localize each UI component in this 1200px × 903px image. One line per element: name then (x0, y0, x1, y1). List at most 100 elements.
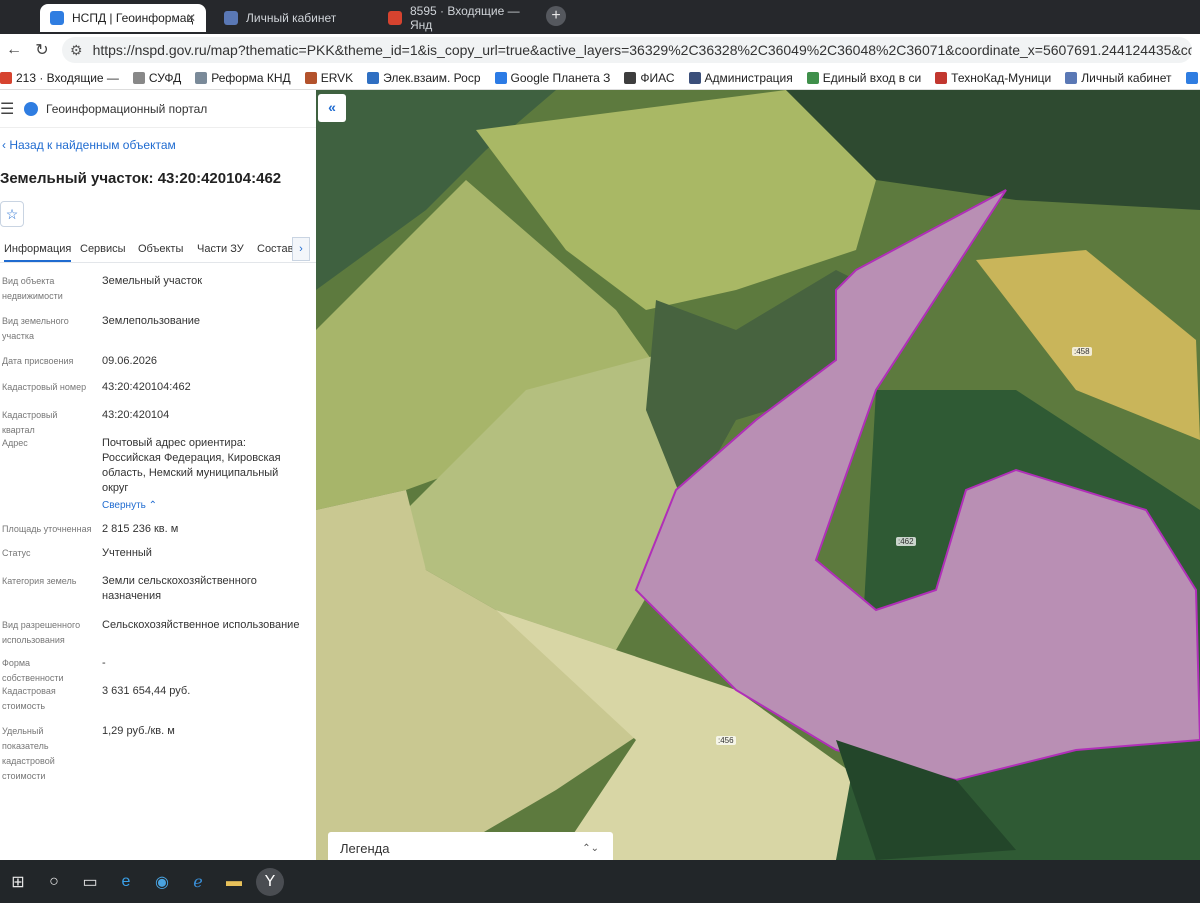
bookmark-item[interactable]: ТехноКад-Муници (935, 71, 1051, 85)
tab-mail[interactable]: 8595 · Входящие — Янд (378, 4, 538, 32)
field-label: Кадастровый номер (2, 382, 87, 392)
reload-icon[interactable]: ↻ (28, 40, 56, 60)
windows-icon[interactable]: ⊞ (0, 864, 36, 900)
search-icon[interactable]: ○ (36, 864, 72, 900)
field-value: 2 815 236 кв. м (102, 523, 179, 535)
parcel-label-462[interactable]: :462 (896, 537, 916, 546)
bookmark-favicon-icon (195, 71, 208, 84)
ie-icon[interactable]: ℯ (180, 864, 216, 900)
bookmark-item[interactable]: Администрация (688, 70, 793, 85)
bookmarks-bar: 213 · Входящие — СУФД Реформа КНД ERVK Элек.… (0, 66, 1200, 90)
bookmark-label: Администрация (704, 70, 793, 85)
tabs-next-button[interactable]: › (292, 237, 310, 261)
url-input[interactable]: ⚙ https://nspd.gov.ru/map?thematic=PKK&t… (62, 37, 1192, 63)
field-label: Кадастровый квартал (2, 410, 58, 435)
field-value: Земли сельскохозяйственного назначения (102, 575, 257, 602)
bookmark-label: ТехноКад-Муници (951, 70, 1052, 85)
field-value: Землепользование (102, 315, 201, 327)
field-label: Кадастровая стоимость (2, 686, 56, 711)
tab-parts[interactable]: Части ЗУ (197, 243, 244, 255)
bookmark-favicon-icon (935, 71, 948, 84)
object-tabs: Информация Сервисы Объекты Части ЗУ Сост… (0, 237, 316, 263)
close-icon[interactable]: ✕ (186, 11, 196, 25)
field-label: Форма собственности (2, 658, 64, 683)
tab-composition[interactable]: Состав (257, 243, 293, 255)
field-label: Удельный показатель кадастровой стоимост… (2, 726, 55, 781)
bookmark-label: 213 · Входящие — (16, 70, 119, 85)
field-value: - (102, 657, 106, 669)
field-value: 3 631 654,44 руб. (102, 685, 191, 697)
windows-taskbar: ⊞ ○ ▭ e ◉ ℯ ▬ Y (0, 860, 1200, 903)
tab-nspd[interactable]: НСПД | Геоинформац ✕ (40, 4, 206, 32)
new-tab-button[interactable]: + (546, 6, 566, 26)
tab-label: 8595 · Входящие — Янд (410, 4, 520, 32)
tab-cabinet[interactable]: Личный кабинет (214, 4, 374, 32)
bookmark-label: ERVK (320, 70, 354, 85)
bookmark-item[interactable]: ФИАС (624, 70, 675, 85)
nspd-favicon-icon (50, 11, 64, 25)
bookmark-label: ФИАС (640, 70, 675, 85)
legend-dropdown[interactable]: Легенда ⌃⌄ (328, 832, 613, 860)
site-info-icon[interactable]: ⚙ (70, 42, 83, 59)
field-value: Учтенный (102, 547, 152, 559)
bookmark-item[interactable]: 213 · Входящие — (0, 71, 119, 85)
field-label: Площадь уточненная (2, 524, 92, 534)
mail-favicon-icon (388, 11, 402, 25)
field-value: Сельскохозяйственное использование (102, 619, 300, 631)
cabinet-favicon-icon (224, 11, 238, 25)
bookmark-favicon-icon (806, 71, 819, 84)
task-view-icon[interactable]: ▭ (72, 864, 108, 900)
field-label: Дата присвоения (2, 356, 74, 366)
collapse-panel-button[interactable]: « (318, 94, 346, 122)
object-info-panel: ☰ Геоинформационный портал ‹ Назад к най… (0, 90, 316, 860)
back-arrow-icon[interactable]: ← (0, 41, 28, 59)
satellite-map (316, 90, 1200, 860)
browser-tab-bar: НСПД | Геоинформац ✕ Личный кабинет 8595… (0, 0, 1200, 34)
bookmark-favicon-icon (1185, 71, 1198, 84)
field-value: 1,29 руб./кв. м (102, 725, 175, 737)
legend-label: Легенда (340, 840, 390, 856)
field-value: Почтовый адрес ориентира: Российская Фед… (102, 437, 281, 494)
tab-information[interactable]: Информация (4, 243, 72, 262)
back-to-results-link[interactable]: ‹ Назад к найденным объектам (0, 138, 316, 152)
field-value: 09.06.2026 (102, 355, 158, 367)
bookmark-favicon-icon (624, 71, 637, 84)
field-value: 43:20:420104:462 (102, 381, 191, 393)
chrome-icon[interactable]: ◉ (144, 864, 180, 900)
bookmark-item[interactable]: Личный кабинет (1065, 71, 1172, 85)
parcel-label-456[interactable]: :456 (716, 736, 736, 745)
collapse-address-link[interactable]: Свернуть ⌃ (102, 498, 302, 513)
address-bar: ← ↻ ⚙ https://nspd.gov.ru/map?thematic=P… (0, 34, 1200, 66)
yandex-icon[interactable]: Y (256, 867, 284, 896)
field-label: Статус (2, 548, 31, 558)
bookmark-item[interactable]: СУФД (132, 70, 182, 85)
bookmark-item[interactable]: Реформа КНД (195, 71, 291, 85)
bookmark-label: СУФД (148, 70, 182, 85)
object-title: Земельный участок: 43:20:420104:462 (0, 170, 282, 187)
field-value: 43:20:420104 (102, 409, 170, 421)
tab-services[interactable]: Сервисы (80, 243, 126, 255)
portal-logo-icon (24, 101, 38, 116)
menu-icon[interactable]: ☰ (0, 99, 18, 119)
bookmark-item[interactable]: Элек.взаим. Роср (367, 71, 481, 85)
field-label: Вид разрешенного использования (2, 620, 81, 645)
bookmark-item[interactable]: Единый вход в си (806, 70, 922, 85)
folder-icon[interactable]: ▬ (216, 864, 252, 900)
bookmark-item[interactable]: НСПД | Геоинфор (1185, 71, 1200, 85)
bookmark-item[interactable]: Google Планета З (494, 70, 611, 85)
bookmark-label: Google Планета З (510, 70, 611, 85)
tab-label: Личный кабинет (246, 11, 337, 25)
bookmark-favicon-icon (494, 71, 507, 84)
bookmark-favicon-icon (304, 71, 317, 84)
favorite-star-icon[interactable]: ☆ (0, 201, 24, 227)
bookmark-favicon-icon (688, 71, 701, 84)
tab-objects[interactable]: Объекты (138, 243, 183, 255)
edge-icon[interactable]: e (108, 864, 144, 900)
parcel-label-458[interactable]: :458 (1072, 347, 1092, 356)
portal-title: Геоинформационный портал (46, 101, 208, 116)
bookmark-label: Единый вход в си (822, 70, 922, 85)
field-label: Категория земель (2, 576, 77, 586)
chevron-updown-icon: ⌃⌄ (582, 842, 599, 854)
map-viewport[interactable]: « :462 :458 :456 Легенда ⌃⌄ (316, 90, 1200, 860)
bookmark-item[interactable]: ERVK (304, 70, 354, 85)
